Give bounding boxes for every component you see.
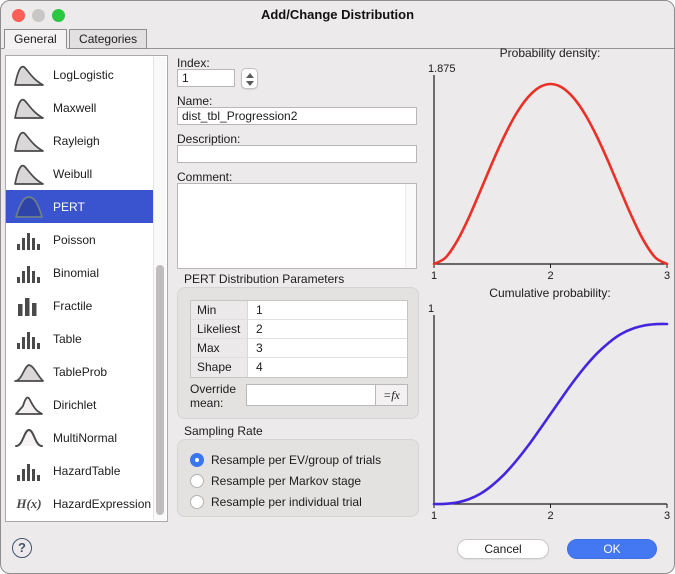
comment-scrollbar[interactable]	[405, 184, 416, 268]
curve-skew-icon	[14, 63, 44, 87]
param-label: Likeliest	[191, 320, 248, 338]
add-change-distribution-dialog: Add/Change Distribution General Categori…	[0, 0, 675, 574]
curve-skew-icon	[14, 162, 44, 186]
fx-button[interactable]: =fx	[375, 384, 408, 406]
sidebar-item-loglogistic[interactable]: LogLogistic	[6, 58, 153, 91]
param-row-likeliest: Likeliest 2	[191, 320, 407, 339]
curve-bell-icon	[14, 195, 44, 219]
bars-icon	[14, 261, 44, 285]
stepper-up-icon[interactable]	[245, 73, 254, 78]
radio-icon[interactable]	[190, 474, 204, 488]
bars-icon	[14, 327, 44, 351]
param-row-max: Max 3	[191, 339, 407, 358]
distribution-list: LogLogistic Maxwell Rayleigh Weibull PER…	[5, 55, 168, 522]
sidebar-item-tableprob[interactable]: TableProb	[6, 355, 153, 388]
cancel-button[interactable]: Cancel	[457, 539, 549, 559]
radio-icon[interactable]	[190, 495, 204, 509]
svg-text:2: 2	[547, 270, 553, 282]
sidebar-item-maxwell[interactable]: Maxwell	[6, 91, 153, 124]
svg-text:1: 1	[431, 510, 437, 522]
svg-text:2: 2	[547, 510, 553, 522]
param-value[interactable]: 1	[248, 301, 407, 319]
radio-label: Resample per EV/group of trials	[211, 453, 382, 467]
params-group: Min 1 Likeliest 2 Max 3 Shape 4 Override me…	[177, 287, 419, 419]
description-input[interactable]	[177, 145, 417, 163]
radio-option-1[interactable]: Resample per EV/group of trials	[190, 451, 381, 469]
window-title: Add/Change Distribution	[260, 7, 415, 22]
sampling-rate-group: Resample per EV/group of trials Resample…	[177, 439, 419, 517]
curve-skew-icon	[14, 96, 44, 120]
svg-text:1: 1	[431, 270, 437, 282]
hx-icon: H(x)	[16, 495, 42, 511]
radio-icon[interactable]	[190, 453, 204, 467]
curve-wide-icon	[14, 360, 44, 384]
param-value[interactable]: 3	[248, 339, 407, 357]
svg-text:3: 3	[664, 510, 670, 522]
sidebar-item-table[interactable]: Table	[6, 322, 153, 355]
params-table: Min 1 Likeliest 2 Max 3 Shape 4	[190, 300, 408, 378]
probability-density-title: Probability density:	[499, 46, 601, 60]
bars-icon	[14, 459, 44, 483]
override-mean-label: Override mean:	[190, 382, 237, 410]
svg-text:1: 1	[428, 303, 434, 315]
ok-button[interactable]: OK	[567, 539, 657, 559]
sidebar-item-weibull[interactable]: Weibull	[6, 157, 153, 190]
tab-general[interactable]: General	[4, 29, 67, 49]
comment-textarea[interactable]	[177, 183, 417, 269]
radio-option-3[interactable]: Resample per individual trial	[190, 493, 362, 511]
tab-categories[interactable]: Categories	[69, 29, 148, 49]
bell-outline-icon	[14, 426, 44, 450]
sidebar-item-hazardtable[interactable]: HazardTable	[6, 454, 153, 487]
list-scrollbar-thumb[interactable]	[156, 265, 164, 515]
param-row-min: Min 1	[191, 301, 407, 320]
bars-icon	[14, 228, 44, 252]
sidebar-item-dirichlet[interactable]: Dirichlet	[6, 388, 153, 421]
cumulative-probability-title: Cumulative probability:	[489, 286, 611, 300]
radio-label: Resample per Markov stage	[211, 474, 362, 488]
zoom-button[interactable]	[52, 9, 65, 22]
curve-skew-icon	[14, 129, 44, 153]
param-label: Max	[191, 339, 248, 357]
override-mean-input[interactable]	[246, 384, 376, 406]
radio-label: Resample per individual trial	[211, 495, 362, 509]
sidebar-item-pert[interactable]: PERT	[6, 190, 153, 223]
params-group-title: PERT Distribution Parameters	[184, 272, 345, 286]
param-value[interactable]: 4	[248, 358, 407, 377]
titlebar: Add/Change Distribution	[1, 1, 674, 29]
sidebar-item-hazardexpression[interactable]: H(x) HazardExpression	[6, 487, 153, 520]
svg-text:1.875: 1.875	[428, 63, 456, 75]
sidebar-item-fractile[interactable]: Fractile	[6, 289, 153, 322]
help-button[interactable]: ?	[12, 538, 32, 558]
param-label: Min	[191, 301, 248, 319]
sidebar-item-multinormal[interactable]: MultiNormal	[6, 421, 153, 454]
sidebar-item-rayleigh[interactable]: Rayleigh	[6, 124, 153, 157]
sidebar-item-binomial[interactable]: Binomial	[6, 256, 153, 289]
bars-thick-icon	[14, 294, 44, 318]
param-label: Shape	[191, 358, 248, 377]
sampling-rate-title: Sampling Rate	[184, 424, 263, 438]
cumulative-probability-chart: 1 2 3 1	[428, 303, 670, 522]
curve-angular-icon	[14, 393, 44, 417]
probability-density-chart: 1 2 3 1.875	[428, 63, 670, 282]
param-row-shape: Shape 4	[191, 358, 407, 377]
index-input[interactable]	[177, 69, 235, 87]
stepper-down-icon[interactable]	[245, 81, 254, 86]
close-button[interactable]	[12, 9, 25, 22]
svg-text:3: 3	[664, 270, 670, 282]
name-input[interactable]	[177, 107, 417, 125]
sidebar-item-poisson[interactable]: Poisson	[6, 223, 153, 256]
radio-option-2[interactable]: Resample per Markov stage	[190, 472, 361, 490]
list-scrollbar[interactable]	[153, 57, 166, 520]
minimize-button[interactable]	[32, 9, 45, 22]
index-stepper[interactable]	[241, 68, 258, 89]
param-value[interactable]: 2	[248, 320, 407, 338]
